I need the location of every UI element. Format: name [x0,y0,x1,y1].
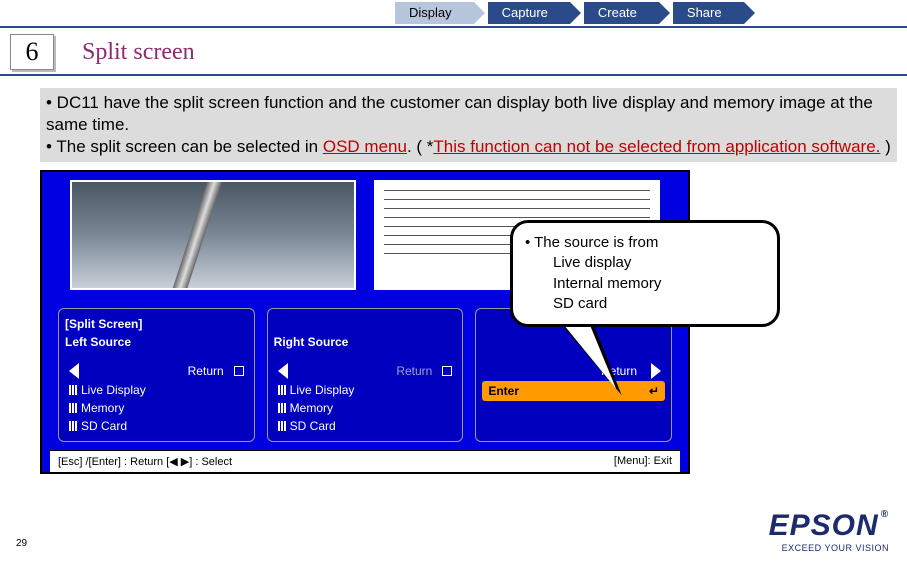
panel-title: [Split Screen] [65,317,248,331]
callout-source-3: SD card [553,294,765,314]
page-number: 29 [16,538,27,549]
callout-box: • The source is from Live display Intern… [510,220,780,327]
arrow-right-icon [651,363,661,379]
nav-display: Display [395,2,474,24]
opt-enter-highlight: Enter↵ [482,381,665,401]
callout-lead: • The source is from [525,233,765,253]
opt-return: Return [87,364,230,378]
callout-source-2: Internal memory [553,274,765,294]
arrow-left-icon [69,363,79,379]
nav-share: Share [673,2,744,24]
section-title: Split screen [82,39,195,66]
opt-return: Return [296,364,439,378]
opt-memory: Memory [290,401,333,415]
nav-create: Create [584,2,659,24]
opt-memory: Memory [81,401,124,415]
nav-capture: Capture [488,2,570,24]
top-nav: Display Capture Create Share [0,0,907,28]
brand-logo: EPSON® EXCEED YOUR VISION [769,509,889,553]
callout-source-1: Live display [553,253,765,273]
section-number: 6 [10,34,54,70]
body-line1: • DC11 have the split screen function an… [46,92,891,136]
opt-sd: SD Card [290,419,336,433]
footer-left-hint: [Esc] /[Enter] : Return [◀ ▶] : Select [58,455,232,468]
opt-live: Live Display [81,383,146,397]
footer-right-hint: [Menu]: Exit [614,455,672,468]
photo-left [70,180,356,290]
opt-sd: SD Card [81,419,127,433]
panel-sub-left: Left Source [65,335,248,349]
body-text: • DC11 have the split screen function an… [40,88,897,162]
opt-live: Live Display [290,383,355,397]
brand-tagline: EXCEED YOUR VISION [769,543,889,553]
osd-panel-middle: Right Source Return Live Display Memory … [267,308,464,442]
arrow-left-icon [278,363,288,379]
osd-panel-left: [Split Screen] Left Source Return Live D… [58,308,255,442]
panel-sub-right: Right Source [274,335,457,349]
body-line2: • The split screen can be selected in OS… [46,136,891,158]
osd-footer: [Esc] /[Enter] : Return [◀ ▶] : Select [… [50,450,680,472]
